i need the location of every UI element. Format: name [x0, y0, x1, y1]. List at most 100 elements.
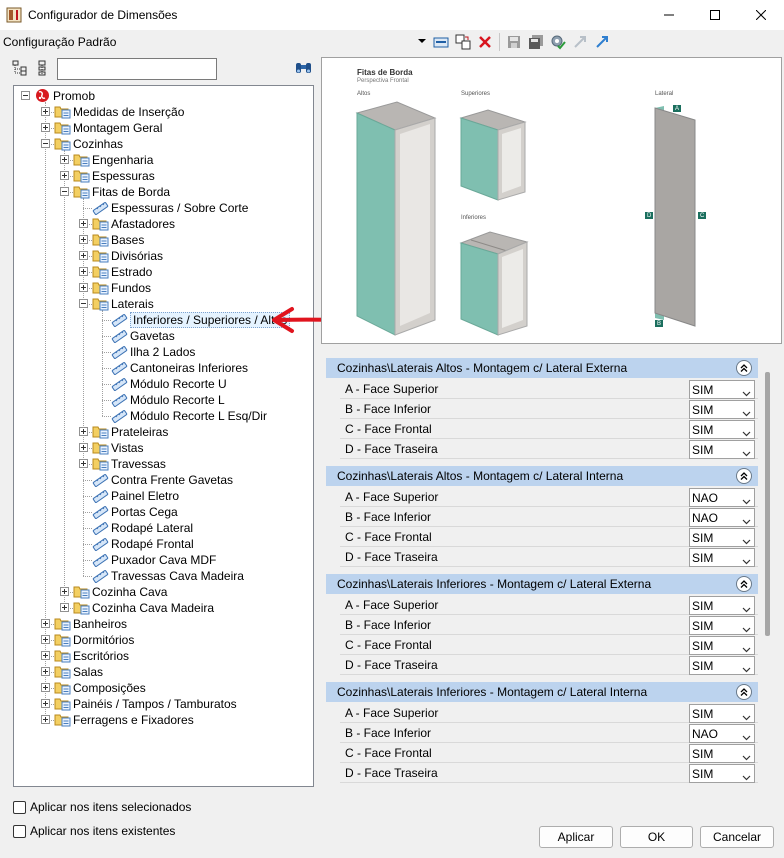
configuration-select[interactable]: Configuração Padrão [2, 32, 428, 52]
tree-node[interactable]: Divisórias [14, 248, 313, 264]
expand-toggle-icon[interactable] [60, 603, 69, 612]
property-value-select[interactable]: SIM [689, 440, 755, 459]
tree-node[interactable]: Cozinhas [14, 136, 313, 152]
minimize-button[interactable] [646, 0, 692, 30]
expand-toggle-icon[interactable] [41, 651, 50, 660]
tree-node[interactable]: Módulo Recorte U [14, 376, 313, 392]
collapse-toggle-icon[interactable] [60, 187, 69, 196]
apply-selected-checkbox[interactable] [13, 800, 26, 814]
tree-node[interactable]: Ilha 2 Lados [14, 344, 313, 360]
tree-node[interactable]: Travessas Cava Madeira [14, 568, 313, 584]
property-value-select[interactable]: SIM [689, 380, 755, 399]
property-group-header[interactable]: Cozinhas\Laterais Inferiores - Montagem … [326, 574, 758, 594]
tree-node[interactable]: Espessuras [14, 168, 313, 184]
tree-node[interactable]: Painel Eletro [14, 488, 313, 504]
expand-toggle-icon[interactable] [79, 219, 88, 228]
tree-node[interactable]: Engenharia [14, 152, 313, 168]
find-button[interactable] [294, 60, 316, 78]
expand-toggle-icon[interactable] [60, 171, 69, 180]
tree-node[interactable]: Fitas de Borda [14, 184, 313, 200]
property-group-header[interactable]: Cozinhas\Laterais Altos - Montagem c/ La… [326, 466, 758, 486]
export-button[interactable] [591, 32, 613, 52]
tree-node[interactable]: Salas [14, 664, 313, 680]
property-value-select[interactable]: NAO [689, 488, 755, 507]
tree-node[interactable]: Contra Frente Gavetas [14, 472, 313, 488]
collapse-all-button[interactable] [35, 60, 53, 78]
tree-node[interactable]: Travessas [14, 456, 313, 472]
property-value-select[interactable]: SIM [689, 636, 755, 655]
property-group-header[interactable]: Cozinhas\Laterais Altos - Montagem c/ La… [326, 358, 758, 378]
close-button[interactable] [738, 0, 784, 30]
collapse-group-button[interactable] [736, 468, 752, 484]
property-value-select[interactable]: SIM [689, 656, 755, 675]
tree-node[interactable]: Cozinha Cava [14, 584, 313, 600]
apply-existing-option[interactable]: Aplicar nos itens existentes [13, 824, 175, 838]
expand-toggle-icon[interactable] [79, 235, 88, 244]
property-value-select[interactable]: SIM [689, 764, 755, 783]
collapse-group-button[interactable] [736, 360, 752, 376]
save-button[interactable] [503, 32, 525, 52]
collapse-toggle-icon[interactable] [41, 139, 50, 148]
tree-node[interactable]: Vistas [14, 440, 313, 456]
expand-toggle-icon[interactable] [41, 683, 50, 692]
tree-node[interactable]: Afastadores [14, 216, 313, 232]
expand-toggle-icon[interactable] [41, 123, 50, 132]
expand-toggle-icon[interactable] [41, 635, 50, 644]
tree-node[interactable]: Composições [14, 680, 313, 696]
tree-view[interactable]: Promob Medidas de Inserção Montagem Geral C… [13, 85, 314, 787]
property-value-select[interactable]: SIM [689, 548, 755, 567]
tree-node[interactable]: Módulo Recorte L [14, 392, 313, 408]
collapse-toggle-icon[interactable] [79, 299, 88, 308]
expand-toggle-icon[interactable] [60, 155, 69, 164]
tree-node[interactable]: Banheiros [14, 616, 313, 632]
ok-button[interactable]: OK [620, 826, 693, 848]
collapse-group-button[interactable] [736, 684, 752, 700]
property-value-select[interactable]: SIM [689, 528, 755, 547]
copy-config-button[interactable] [452, 32, 474, 52]
expand-toggle-icon[interactable] [41, 715, 50, 724]
property-value-select[interactable]: SIM [689, 400, 755, 419]
tree-node[interactable]: Cantoneiras Inferiores [14, 360, 313, 376]
validate-button[interactable] [547, 32, 569, 52]
expand-toggle-icon[interactable] [41, 107, 50, 116]
apply-existing-checkbox[interactable] [13, 824, 26, 838]
tree-node[interactable]: Rodapé Frontal [14, 536, 313, 552]
tree-node[interactable]: Rodapé Lateral [14, 520, 313, 536]
load-config-button[interactable] [430, 32, 452, 52]
tree-node[interactable]: Montagem Geral [14, 120, 313, 136]
expand-all-button[interactable] [12, 60, 30, 78]
import-button[interactable] [569, 32, 591, 52]
expand-toggle-icon[interactable] [79, 443, 88, 452]
tree-node[interactable]: Espessuras / Sobre Corte [14, 200, 313, 216]
apply-button[interactable]: Aplicar [539, 826, 613, 848]
expand-toggle-icon[interactable] [79, 267, 88, 276]
expand-toggle-icon[interactable] [79, 427, 88, 436]
expand-toggle-icon[interactable] [79, 283, 88, 292]
property-value-select[interactable]: NAO [689, 724, 755, 743]
tree-node[interactable]: Portas Cega [14, 504, 313, 520]
expand-toggle-icon[interactable] [79, 251, 88, 260]
properties-scrollbar-thumb[interactable] [765, 372, 770, 636]
expand-toggle-icon[interactable] [60, 587, 69, 596]
tree-node[interactable]: Fundos [14, 280, 313, 296]
property-value-select[interactable]: SIM [689, 704, 755, 723]
tree-node[interactable]: Módulo Recorte L Esq/Dir [14, 408, 313, 424]
tree-node[interactable]: Puxador Cava MDF [14, 552, 313, 568]
maximize-button[interactable] [692, 0, 738, 30]
cancel-button[interactable]: Cancelar [700, 826, 774, 848]
property-value-select[interactable]: SIM [689, 744, 755, 763]
save-as-button[interactable] [525, 32, 547, 52]
tree-node[interactable]: Dormitórios [14, 632, 313, 648]
collapse-group-button[interactable] [736, 576, 752, 592]
expand-toggle-icon[interactable] [41, 619, 50, 628]
property-value-select[interactable]: SIM [689, 420, 755, 439]
property-value-select[interactable]: NAO [689, 508, 755, 527]
tree-node[interactable]: Cozinha Cava Madeira [14, 600, 313, 616]
expand-toggle-icon[interactable] [79, 459, 88, 468]
tree-node[interactable]: Prateleiras [14, 424, 313, 440]
tree-search-input[interactable] [57, 58, 217, 80]
tree-node[interactable]: Promob [14, 88, 313, 104]
tree-node[interactable]: Escritórios [14, 648, 313, 664]
property-value-select[interactable]: SIM [689, 616, 755, 635]
tree-node[interactable]: Bases [14, 232, 313, 248]
